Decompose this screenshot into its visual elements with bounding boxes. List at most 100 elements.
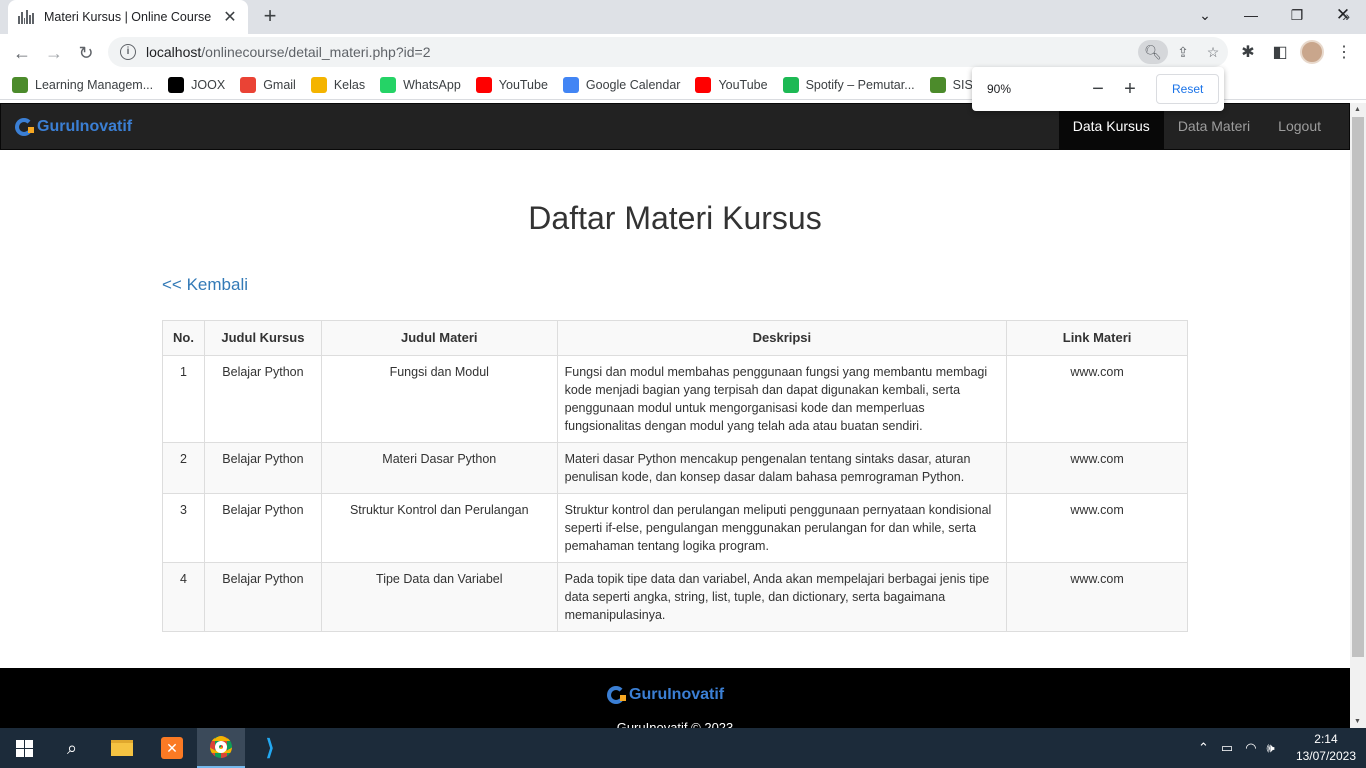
back-arrow-icon[interactable]: ← [8, 39, 36, 67]
forward-arrow-icon[interactable]: → [40, 39, 68, 67]
cell-judul-kursus: Belajar Python [203, 355, 322, 443]
site-logo[interactable]: GuruInovatif [15, 118, 132, 136]
page-title: Daftar Materi Kursus [528, 200, 822, 236]
cell-judul-materi: Struktur Kontrol dan Perulangan [320, 493, 558, 563]
address-bar[interactable]: i localhost/onlinecourse/detail_materi.p… [108, 37, 1228, 67]
table-row: 3 Belajar Python Struktur Kontrol dan Peru… [162, 493, 1188, 563]
header-no: No. [162, 320, 205, 356]
nav-logout[interactable]: Logout [1264, 104, 1349, 149]
cell-judul-kursus: Belajar Python [203, 562, 322, 632]
restore-button[interactable]: ❐ [1274, 0, 1320, 30]
tab-close-icon[interactable]: ✕ [222, 7, 238, 27]
cell-deskripsi: Struktur kontrol dan perulangan meliputi… [556, 493, 1008, 563]
bookmark-item[interactable]: YouTube [695, 76, 768, 93]
scrollbar-thumb[interactable] [1352, 117, 1364, 657]
footer-copyright: GuruInovatif © 2023 [616, 720, 734, 728]
volume-icon[interactable]: 🕪︎ [1267, 740, 1275, 756]
calendar-icon [562, 76, 579, 93]
site-footer: GuruInovatif GuruInovatif © 2023 [0, 668, 1350, 728]
scroll-down-icon[interactable]: ▼ [1354, 718, 1361, 725]
bookmarks-more-icon[interactable]: » [1342, 8, 1350, 24]
youtube-icon [475, 76, 492, 93]
bookmark-label: Kelas [333, 77, 366, 92]
search-icon[interactable]: ⌕ [48, 728, 96, 768]
zoom-icon[interactable]: 🔍︎ [1138, 40, 1168, 64]
header-link-materi: Link Materi [1006, 320, 1188, 356]
bookmark-item[interactable]: Gmail [240, 76, 296, 93]
cell-link-materi[interactable]: www.com [1006, 355, 1188, 443]
footer-logo-g-icon [607, 686, 626, 704]
url-host: localhost [146, 44, 202, 60]
side-panel-icon[interactable]: ◧ [1268, 40, 1292, 64]
tray-chevron-icon[interactable]: ⌃ [1198, 740, 1209, 756]
reload-icon[interactable]: ↻ [72, 39, 100, 67]
brand-text: GuruInovatif [37, 118, 133, 135]
browser-toolbar: ← → ↻ i localhost/onlinecourse/detail_ma… [0, 34, 1366, 70]
cell-judul-materi: Materi Dasar Python [320, 442, 558, 494]
url-path: /onlinecourse/detail_materi.php?id=2 [201, 44, 431, 60]
lms-icon [12, 76, 28, 93]
site-info-icon[interactable]: i [120, 44, 136, 60]
menu-icon[interactable]: ⋮ [1332, 40, 1356, 64]
cell-deskripsi: Pada topik tipe data dan variabel, Anda … [556, 562, 1008, 632]
bookmark-star-icon[interactable]: ☆ [1198, 40, 1228, 64]
zoom-reset-button[interactable]: Reset [1156, 74, 1220, 104]
zoom-out-button[interactable]: − [1082, 73, 1114, 105]
cell-no: 4 [162, 562, 205, 632]
cell-no: 1 [162, 355, 205, 443]
footer-brand-text: GuruInovatif [629, 686, 725, 703]
profile-avatar[interactable] [1300, 40, 1324, 64]
browser-titlebar: Materi Kursus | Online Course ✕ + ⌄ — ❐ … [0, 0, 1366, 34]
table-row: 2 Belajar Python Materi Dasar Python Materi… [162, 442, 1188, 494]
bookmark-item[interactable]: JOOX [168, 76, 225, 93]
bookmark-item[interactable]: Kelas [310, 76, 366, 93]
zoom-percent: 90% [987, 82, 1012, 96]
bookmark-item[interactable]: WhatsApp [380, 76, 461, 93]
tab-favicon-icon [18, 10, 34, 24]
share-icon[interactable]: ⇪ [1168, 40, 1198, 64]
cell-link-materi[interactable]: www.com [1006, 442, 1188, 494]
clock-time: 2:14 [1314, 732, 1338, 746]
windows-start-icon[interactable] [0, 728, 48, 768]
battery-icon[interactable]: ▭ [1221, 740, 1233, 756]
sistem-icon [929, 76, 946, 93]
cell-link-materi[interactable]: www.com [1006, 562, 1188, 632]
zoom-in-button[interactable]: + [1114, 73, 1146, 105]
page-scrollbar[interactable]: ▲ ▼ [1350, 103, 1366, 728]
extensions-icon[interactable]: ✱ [1236, 40, 1260, 64]
whatsapp-icon [380, 76, 397, 93]
materi-table: No. Judul Kursus Judul Materi Deskripsi … [162, 320, 1188, 632]
bookmark-item[interactable]: Learning Managem... [12, 76, 153, 93]
cell-deskripsi: Fungsi dan modul membahas penggunaan fun… [556, 355, 1008, 443]
bookmark-item[interactable]: Spotify – Pemutar... [782, 76, 915, 93]
system-tray: ⌃ ▭ ◠ 🕪︎ [1198, 728, 1275, 768]
table-header-row: No. Judul Kursus Judul Materi Deskripsi … [162, 320, 1188, 356]
logo-g-icon [15, 118, 34, 136]
cell-judul-materi: Fungsi dan Modul [320, 355, 558, 443]
vscode-icon[interactable]: ⟩ [246, 728, 294, 768]
zoom-popup: 90% − + Reset [972, 67, 1224, 111]
cell-judul-kursus: Belajar Python [203, 493, 322, 563]
chrome-icon[interactable] [197, 728, 245, 768]
browser-tab[interactable]: Materi Kursus | Online Course ✕ [8, 0, 248, 34]
taskbar-clock[interactable]: 2:14 13/07/2023 [1296, 731, 1356, 765]
classroom-icon [310, 76, 327, 93]
youtube-icon [695, 76, 712, 93]
cell-judul-materi: Tipe Data dan Variabel [320, 562, 558, 632]
scroll-up-icon[interactable]: ▲ [1354, 106, 1361, 113]
cell-no: 2 [162, 442, 205, 494]
joox-icon [168, 76, 185, 93]
file-explorer-icon[interactable] [98, 728, 146, 768]
bookmark-label: YouTube [718, 77, 768, 92]
bookmark-item[interactable]: Google Calendar [562, 76, 680, 93]
bookmark-item[interactable]: YouTube [475, 76, 548, 93]
minimize-button[interactable]: — [1228, 0, 1274, 30]
cell-link-materi[interactable]: www.com [1006, 493, 1188, 563]
cell-deskripsi: Materi dasar Python mencakup pengenalan … [556, 442, 1008, 494]
bookmark-label: Spotify – Pemutar... [805, 77, 915, 92]
back-link[interactable]: << Kembali [162, 275, 248, 295]
new-tab-button[interactable]: + [258, 5, 282, 29]
tab-search-icon[interactable]: ⌄ [1182, 0, 1228, 30]
wifi-icon[interactable]: ◠ [1245, 740, 1256, 756]
xampp-icon[interactable]: ✕ [148, 728, 196, 768]
